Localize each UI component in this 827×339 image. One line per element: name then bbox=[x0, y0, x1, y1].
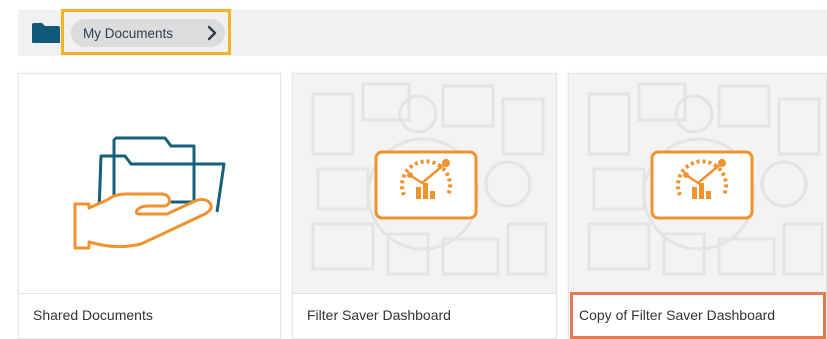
card-label: Filter Saver Dashboard bbox=[307, 307, 451, 323]
dashboard-thumbnail-icon bbox=[311, 82, 548, 276]
card-label: Copy of Filter Saver Dashboard bbox=[579, 307, 776, 323]
chevron-right-icon[interactable] bbox=[204, 25, 220, 41]
card-thumbnail bbox=[293, 74, 556, 293]
card-thumbnail bbox=[19, 74, 280, 293]
card-label: Shared Documents bbox=[33, 307, 153, 323]
breadcrumb-label: My Documents bbox=[83, 25, 174, 41]
card-thumbnail bbox=[569, 74, 826, 293]
document-card-shared-documents[interactable]: Shared Documents bbox=[18, 73, 281, 339]
dashboard-thumbnail-icon bbox=[587, 82, 824, 276]
folder-icon[interactable] bbox=[31, 22, 61, 44]
shared-folder-hand-icon bbox=[73, 136, 226, 250]
document-card-copy-of-filter-saver-dashboard[interactable]: Copy of Filter Saver Dashboard bbox=[568, 73, 827, 339]
document-card-filter-saver-dashboard[interactable]: Filter Saver Dashboard bbox=[292, 73, 557, 339]
breadcrumb-item-my-documents[interactable]: My Documents bbox=[71, 19, 225, 47]
